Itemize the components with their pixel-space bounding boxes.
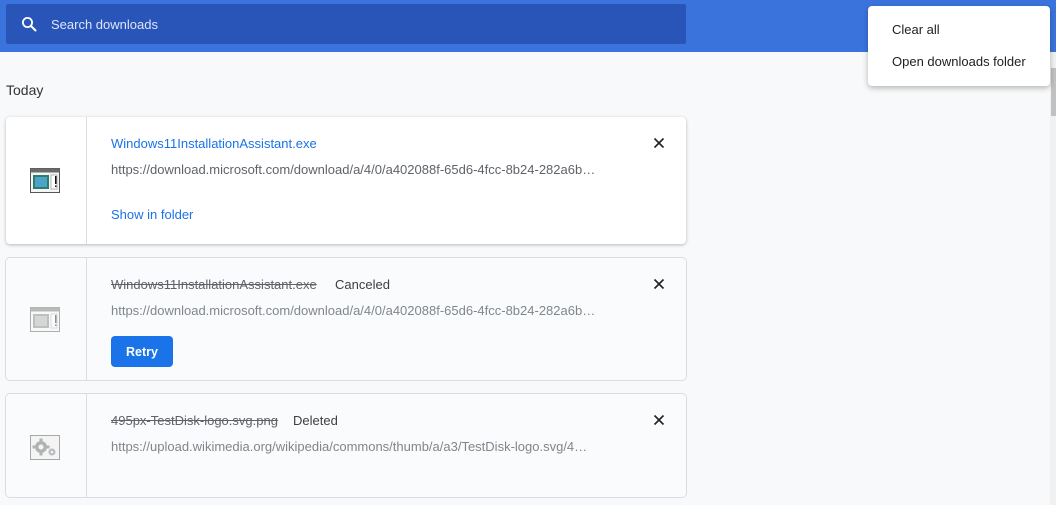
more-actions-menu: Clear all Open downloads folder [868,6,1050,86]
search-box[interactable] [6,4,686,44]
retry-button[interactable]: Retry [111,336,173,367]
file-name-link[interactable]: Windows11InstallationAssistant.exe [111,136,317,151]
download-item: 495px-TestDisk-logo.svg.png Deleted http… [6,394,686,497]
open-downloads-folder-menu-item[interactable]: Open downloads folder [868,46,1050,78]
search-input[interactable] [51,4,671,44]
file-icon-column [6,394,87,497]
download-url: https://download.microsoft.com/download/… [111,303,596,318]
scrollbar[interactable] [1050,52,1056,505]
remove-download-icon[interactable] [651,412,667,428]
exe-file-icon [30,307,60,332]
download-url: https://download.microsoft.com/download/… [111,162,596,177]
date-heading: Today [6,82,44,98]
file-name: Windows11InstallationAssistant.exe [111,277,317,292]
remove-download-icon[interactable] [651,276,667,292]
show-in-folder-link[interactable]: Show in folder [111,207,193,222]
download-status: Deleted [293,413,338,428]
file-icon-column [6,117,87,244]
remove-download-icon[interactable] [651,135,667,151]
exe-file-icon [30,168,60,193]
download-url: https://upload.wikimedia.org/wikipedia/c… [111,439,588,454]
download-item: Windows11InstallationAssistant.exe Cance… [6,258,686,380]
file-icon-column [6,258,87,380]
download-status: Canceled [335,277,390,292]
scrollbar-thumb[interactable] [1051,68,1056,116]
file-name: 495px-TestDisk-logo.svg.png [111,413,278,428]
search-icon [22,17,37,32]
clear-all-menu-item[interactable]: Clear all [868,14,1050,46]
image-file-icon [30,435,60,460]
download-item: Windows11InstallationAssistant.exe https… [6,117,686,244]
